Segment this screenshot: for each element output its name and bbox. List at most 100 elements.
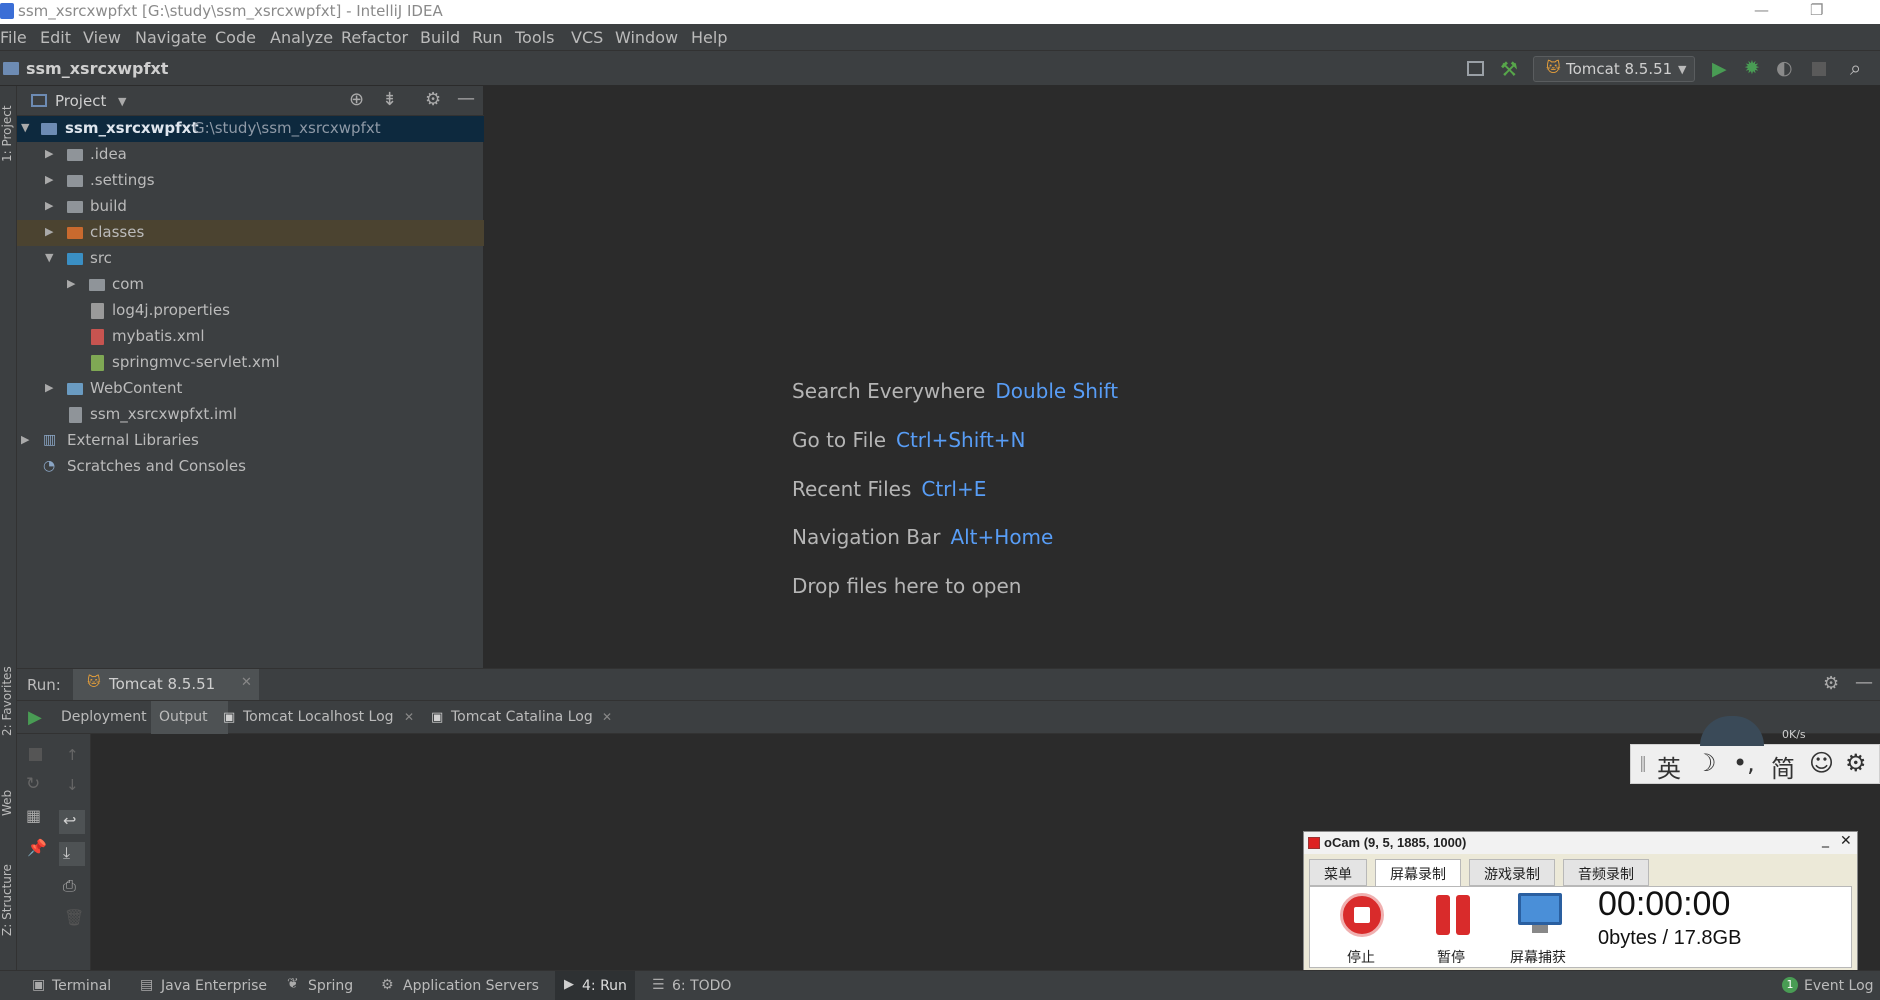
arrow-down-icon[interactable]: ↓ — [66, 776, 79, 794]
tree-item-settings[interactable]: ▶ .settings — [17, 168, 484, 194]
expanded-arrow-icon[interactable]: ▼ — [21, 121, 29, 134]
menu-edit[interactable]: Edit — [40, 28, 71, 47]
ime-settings-icon[interactable]: ⚙ — [1845, 749, 1867, 777]
chevron-down-icon[interactable]: ▼ — [118, 95, 126, 108]
gear-icon[interactable]: ⚙ — [1823, 673, 1839, 694]
close-icon[interactable]: ✕ — [602, 710, 612, 724]
pause-icon-bar-left[interactable] — [1436, 895, 1450, 935]
tree-item-com[interactable]: ▶ com — [17, 272, 484, 298]
rerun-icon[interactable]: ▶ — [28, 707, 42, 728]
tab-output[interactable]: Output — [159, 709, 208, 725]
close-icon[interactable]: ✕ — [404, 710, 414, 724]
scroll-to-end-icon[interactable]: ⤓ — [63, 843, 70, 863]
stop-icon[interactable] — [1812, 62, 1826, 76]
pause-icon-bar-right[interactable] — [1456, 895, 1470, 935]
pin-icon[interactable]: 📌 — [27, 838, 47, 857]
menu-vcs[interactable]: VCS — [571, 28, 603, 47]
menu-build[interactable]: Build — [420, 28, 460, 47]
collapse-all-icon[interactable]: ⇟ — [382, 89, 397, 110]
tool-java-enterprise[interactable]: Java Enterprise — [161, 978, 267, 994]
tool-spring[interactable]: Spring — [308, 978, 353, 994]
stop-icon[interactable] — [29, 748, 42, 761]
menu-help[interactable]: Help — [691, 28, 727, 47]
run-config-selector[interactable]: 🐱 Tomcat 8.5.51 ▼ — [1533, 56, 1695, 82]
collapsed-arrow-icon[interactable]: ▶ — [45, 147, 53, 160]
print-icon[interactable]: ⎙ — [63, 876, 76, 896]
menu-view[interactable]: View — [83, 28, 121, 47]
restore-icon[interactable]: ❐ — [1810, 1, 1823, 19]
debug-icon[interactable]: ✹ — [1744, 57, 1760, 79]
minimize-icon[interactable]: — — [1754, 1, 1769, 19]
collapsed-arrow-icon[interactable]: ▶ — [45, 381, 53, 394]
run-config-tab[interactable]: 🐱 Tomcat 8.5.51 ✕ — [73, 669, 259, 701]
collapsed-arrow-icon[interactable]: ▶ — [21, 433, 29, 446]
tree-item-webcontent[interactable]: ▶ WebContent — [17, 376, 484, 402]
tool-todo[interactable]: 6: TODO — [672, 978, 731, 994]
editor-area[interactable]: Search Everywhere Double Shift Go to File… — [484, 86, 1880, 668]
ocam-tab-audio-record[interactable]: 音频录制 — [1563, 859, 1649, 886]
expanded-arrow-icon[interactable]: ▼ — [45, 251, 53, 264]
ime-toolbar[interactable]: ‖ 英 ☽ •, 简 ☺ ⚙ — [1630, 744, 1880, 784]
structure-tool-tab[interactable]: Z: Structure — [0, 864, 14, 936]
gear-icon[interactable]: ⚙ — [425, 89, 441, 110]
tree-item-external-libraries[interactable]: ▶ ▥ External Libraries — [17, 428, 484, 454]
tree-item-src[interactable]: ▼ src — [17, 246, 484, 272]
tab-deployment[interactable]: Deployment — [61, 709, 147, 725]
tree-item-mybatis[interactable]: mybatis.xml — [17, 324, 484, 350]
close-icon[interactable]: ✕ — [1840, 833, 1852, 849]
tab-localhost-log[interactable]: Tomcat Localhost Log — [243, 709, 394, 725]
stop-record-icon[interactable] — [1340, 893, 1384, 937]
menu-code[interactable]: Code — [215, 28, 256, 47]
run-icon[interactable]: ▶ — [1712, 58, 1727, 80]
trash-icon[interactable]: 🗑 — [64, 908, 84, 927]
menu-file[interactable]: File — [0, 28, 27, 47]
close-icon[interactable]: ✕ — [241, 675, 252, 690]
tree-item-springmvc[interactable]: springmvc-servlet.xml — [17, 350, 484, 376]
project-panel-title[interactable]: Project — [55, 92, 106, 110]
tab-catalina-log[interactable]: Tomcat Catalina Log — [451, 709, 593, 725]
project-tool-tab[interactable]: 1: Project — [0, 105, 14, 162]
ocam-tab-game-record[interactable]: 游戏录制 — [1469, 859, 1555, 886]
tree-item-iml[interactable]: ssm_xsrcxwpfxt.iml — [17, 402, 484, 428]
collapsed-arrow-icon[interactable]: ▶ — [45, 225, 53, 238]
breadcrumb[interactable]: ssm_xsrcxwpfxt — [26, 59, 168, 78]
minimize-icon[interactable]: _ — [1822, 832, 1829, 848]
favorites-tool-tab[interactable]: 2: Favorites — [0, 666, 14, 736]
ime-simplified-toggle[interactable]: 简 — [1771, 749, 1795, 784]
tool-app-servers[interactable]: Application Servers — [403, 978, 539, 994]
soft-wrap-icon[interactable]: ↩ — [63, 811, 76, 830]
tree-item-classes[interactable]: ▶ classes — [17, 220, 484, 246]
tree-item-idea[interactable]: ▶ .idea — [17, 142, 484, 168]
tree-item-root[interactable]: ▼ ssm_xsrcxwpfxt G:\study\ssm_xsrcxwpfxt — [17, 116, 484, 142]
tree-item-scratches[interactable]: ◔ Scratches and Consoles — [17, 454, 484, 480]
menu-refactor[interactable]: Refactor — [341, 28, 408, 47]
coverage-icon[interactable]: ◐ — [1776, 57, 1793, 79]
collapsed-arrow-icon[interactable]: ▶ — [67, 277, 75, 290]
build-hammer-icon[interactable]: ⚒ — [1500, 57, 1518, 81]
project-structure-icon[interactable] — [1467, 61, 1484, 76]
ime-lang-toggle[interactable]: 英 — [1657, 749, 1681, 784]
restart-icon[interactable]: ↻ — [26, 774, 40, 794]
menu-tools[interactable]: Tools — [515, 28, 554, 47]
menu-navigate[interactable]: Navigate — [135, 28, 207, 47]
locate-icon[interactable]: ⊕ — [349, 89, 364, 110]
collapsed-arrow-icon[interactable]: ▶ — [45, 199, 53, 212]
tree-item-log4j[interactable]: log4j.properties — [17, 298, 484, 324]
tree-item-build[interactable]: ▶ build — [17, 194, 484, 220]
tool-run[interactable]: 4: Run — [582, 978, 627, 994]
menu-window[interactable]: Window — [615, 28, 678, 47]
hide-panel-icon[interactable]: — — [1855, 672, 1873, 693]
search-icon[interactable]: ⌕ — [1850, 56, 1861, 80]
tool-event-log[interactable]: Event Log — [1804, 978, 1874, 994]
collapsed-arrow-icon[interactable]: ▶ — [45, 173, 53, 186]
ime-emoji-icon[interactable]: ☺ — [1809, 749, 1834, 777]
drag-handle-icon[interactable]: ‖ — [1639, 753, 1647, 772]
layout-icon[interactable]: ▦ — [26, 806, 41, 825]
ocam-tab-menu[interactable]: 菜单 — [1309, 859, 1367, 886]
menu-analyze[interactable]: Analyze — [270, 28, 333, 47]
arrow-up-icon[interactable]: ↑ — [66, 746, 79, 764]
web-tool-tab[interactable]: Web — [0, 790, 14, 816]
hide-panel-icon[interactable]: — — [457, 88, 475, 109]
menu-run[interactable]: Run — [472, 28, 503, 47]
screen-capture-icon[interactable] — [1518, 893, 1562, 925]
